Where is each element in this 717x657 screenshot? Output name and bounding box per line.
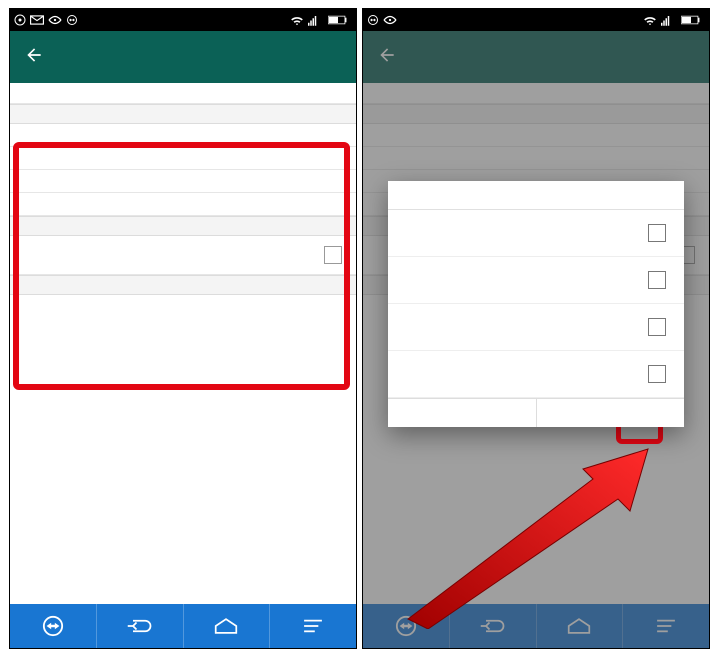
audio-checkbox[interactable] <box>648 271 666 289</box>
video-checkbox[interactable] <box>648 318 666 336</box>
signal-icon <box>661 15 673 26</box>
section-autoload <box>10 104 356 124</box>
docs-checkbox[interactable] <box>648 365 666 383</box>
nav-home[interactable] <box>184 604 271 648</box>
storage-row[interactable] <box>10 83 356 104</box>
settings-list <box>10 83 356 295</box>
roaming-row[interactable] <box>10 170 356 193</box>
nav-bar <box>10 604 356 648</box>
photo-checkbox[interactable] <box>648 224 666 242</box>
ok-button[interactable] <box>537 399 685 427</box>
section-calls <box>10 216 356 236</box>
battery-icon <box>681 15 701 25</box>
section-media <box>10 275 356 295</box>
app-bar <box>10 31 356 83</box>
back-icon[interactable] <box>24 45 44 69</box>
option-photo[interactable] <box>388 210 684 257</box>
nav-recent[interactable] <box>270 604 356 648</box>
mobile-dialog <box>388 181 684 427</box>
dialog-title <box>388 181 684 210</box>
mail-icon <box>30 15 44 25</box>
option-audio[interactable] <box>388 257 684 304</box>
notif-icon <box>14 14 26 26</box>
nav-teamviewer[interactable] <box>10 604 97 648</box>
eye-icon <box>383 15 397 25</box>
option-docs[interactable] <box>388 351 684 398</box>
status-bar <box>10 9 356 31</box>
cancel-button[interactable] <box>388 399 537 427</box>
teamviewer-icon <box>66 14 78 26</box>
nav-back[interactable] <box>97 604 184 648</box>
wifi-row[interactable] <box>10 147 356 170</box>
eye-icon <box>48 15 62 25</box>
left-screenshot <box>9 8 357 649</box>
option-video[interactable] <box>388 304 684 351</box>
data-saving-checkbox[interactable] <box>324 246 342 264</box>
voice-note <box>10 193 356 216</box>
battery-icon <box>328 15 348 25</box>
status-bar <box>363 9 709 31</box>
data-saving-row[interactable] <box>10 236 356 275</box>
teamviewer-icon <box>367 14 379 26</box>
right-screenshot <box>362 8 710 649</box>
signal-icon <box>308 15 320 26</box>
mobile-row[interactable] <box>10 124 356 147</box>
wifi-icon <box>643 15 657 26</box>
wifi-icon <box>290 15 304 26</box>
